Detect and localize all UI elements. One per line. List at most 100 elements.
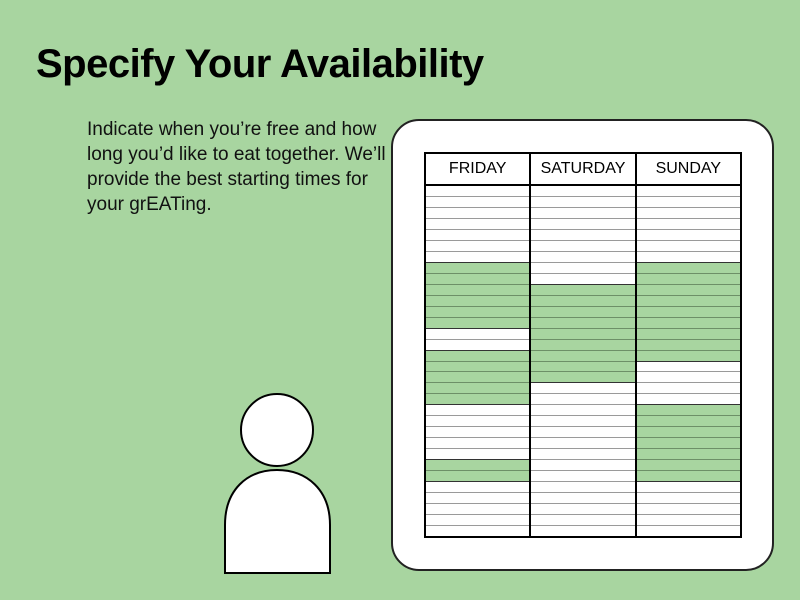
time-slot[interactable] <box>426 526 530 536</box>
time-slot-available[interactable] <box>531 284 635 296</box>
time-slot[interactable] <box>426 328 530 340</box>
time-slot[interactable] <box>531 394 635 406</box>
time-slot-available[interactable] <box>531 372 635 384</box>
time-slot[interactable] <box>531 416 635 428</box>
time-slot-available[interactable] <box>636 449 740 461</box>
time-slot[interactable] <box>636 251 740 263</box>
time-slot[interactable] <box>426 504 530 516</box>
time-slot[interactable] <box>426 229 530 241</box>
time-slot[interactable] <box>636 394 740 406</box>
time-slot-available[interactable] <box>636 339 740 351</box>
time-slot[interactable] <box>531 229 635 241</box>
time-slots[interactable] <box>531 186 635 536</box>
time-slot-available[interactable] <box>636 328 740 340</box>
time-slot[interactable] <box>531 504 635 516</box>
time-slot[interactable] <box>531 207 635 219</box>
time-slot-available[interactable] <box>636 284 740 296</box>
time-slot-available[interactable] <box>426 394 530 406</box>
time-slot[interactable] <box>531 262 635 274</box>
availability-grid[interactable]: FRIDAY SATURDAY SUNDAY <box>424 152 742 538</box>
time-slot-available[interactable] <box>636 306 740 318</box>
time-slot[interactable] <box>426 416 530 428</box>
time-slot[interactable] <box>426 251 530 263</box>
time-slot-available[interactable] <box>426 317 530 329</box>
time-slot[interactable] <box>531 471 635 483</box>
time-slot-available[interactable] <box>636 460 740 472</box>
time-slot-available[interactable] <box>426 284 530 296</box>
time-slot[interactable] <box>636 504 740 516</box>
time-slot[interactable] <box>531 515 635 527</box>
time-slot[interactable] <box>531 196 635 208</box>
time-slot-available[interactable] <box>531 328 635 340</box>
time-slot-available[interactable] <box>426 460 530 472</box>
time-slot[interactable] <box>636 372 740 384</box>
time-slot[interactable] <box>636 218 740 230</box>
time-slot-available[interactable] <box>531 350 635 362</box>
time-slot-available[interactable] <box>426 383 530 395</box>
time-slots[interactable] <box>426 186 530 536</box>
time-slot-available[interactable] <box>531 317 635 329</box>
time-slot-available[interactable] <box>636 405 740 417</box>
time-slot-available[interactable] <box>426 262 530 274</box>
time-slot[interactable] <box>531 427 635 439</box>
time-slot[interactable] <box>636 482 740 494</box>
time-slot[interactable] <box>531 218 635 230</box>
time-slot[interactable] <box>426 449 530 461</box>
time-slot[interactable] <box>426 482 530 494</box>
time-slot[interactable] <box>531 186 635 197</box>
time-slot[interactable] <box>426 186 530 197</box>
time-slot-available[interactable] <box>636 262 740 274</box>
time-slot[interactable] <box>426 196 530 208</box>
time-slot[interactable] <box>531 438 635 450</box>
time-slot[interactable] <box>636 229 740 241</box>
time-slot-available[interactable] <box>636 438 740 450</box>
time-slot[interactable] <box>531 405 635 417</box>
time-slot[interactable] <box>531 526 635 536</box>
time-slot[interactable] <box>531 460 635 472</box>
time-slot-available[interactable] <box>636 273 740 285</box>
time-slot[interactable] <box>636 515 740 527</box>
time-slot[interactable] <box>426 218 530 230</box>
time-slot[interactable] <box>426 339 530 351</box>
time-slot[interactable] <box>636 526 740 536</box>
time-slot[interactable] <box>531 482 635 494</box>
time-slot[interactable] <box>426 427 530 439</box>
time-slot[interactable] <box>426 515 530 527</box>
time-slot[interactable] <box>531 383 635 395</box>
time-slot-available[interactable] <box>636 350 740 362</box>
time-slot[interactable] <box>636 207 740 219</box>
time-slot-available[interactable] <box>636 295 740 307</box>
time-slot[interactable] <box>531 251 635 263</box>
time-slot[interactable] <box>636 240 740 252</box>
time-slot-available[interactable] <box>636 427 740 439</box>
time-slot[interactable] <box>426 438 530 450</box>
time-slots[interactable] <box>636 186 740 536</box>
time-slot[interactable] <box>426 207 530 219</box>
time-slot[interactable] <box>531 240 635 252</box>
time-slot-available[interactable] <box>426 306 530 318</box>
time-slot-available[interactable] <box>531 361 635 373</box>
time-slot[interactable] <box>636 186 740 197</box>
time-slot-available[interactable] <box>426 372 530 384</box>
time-slot-available[interactable] <box>636 471 740 483</box>
time-slot[interactable] <box>426 240 530 252</box>
time-slot[interactable] <box>636 361 740 373</box>
time-slot[interactable] <box>636 493 740 505</box>
time-slot[interactable] <box>636 196 740 208</box>
time-slot-available[interactable] <box>636 416 740 428</box>
time-slot-available[interactable] <box>531 295 635 307</box>
time-slot-available[interactable] <box>426 273 530 285</box>
time-slot-available[interactable] <box>636 317 740 329</box>
time-slot-available[interactable] <box>426 471 530 483</box>
time-slot-available[interactable] <box>531 339 635 351</box>
time-slot[interactable] <box>426 493 530 505</box>
time-slot[interactable] <box>531 449 635 461</box>
time-slot[interactable] <box>426 405 530 417</box>
time-slot[interactable] <box>531 493 635 505</box>
time-slot[interactable] <box>636 383 740 395</box>
time-slot-available[interactable] <box>426 295 530 307</box>
time-slot-available[interactable] <box>531 306 635 318</box>
time-slot-available[interactable] <box>426 361 530 373</box>
time-slot-available[interactable] <box>426 350 530 362</box>
time-slot[interactable] <box>531 273 635 285</box>
